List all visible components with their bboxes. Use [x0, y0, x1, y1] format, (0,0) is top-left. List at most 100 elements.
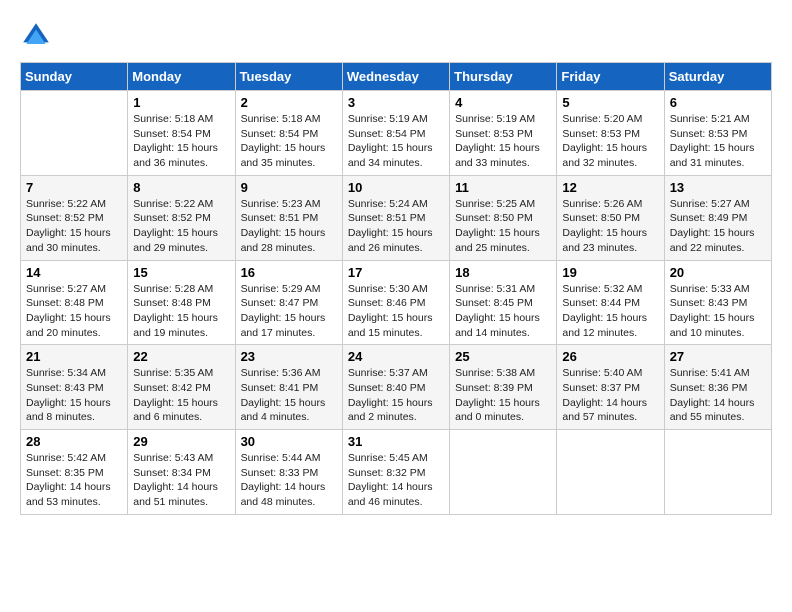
weekday-header: Saturday — [664, 63, 771, 91]
day-number: 28 — [26, 434, 122, 449]
calendar-cell: 1 Sunrise: 5:18 AMSunset: 8:54 PMDaylight… — [128, 91, 235, 176]
calendar-cell: 7 Sunrise: 5:22 AMSunset: 8:52 PMDaylight… — [21, 175, 128, 260]
calendar-cell: 4 Sunrise: 5:19 AMSunset: 8:53 PMDaylight… — [450, 91, 557, 176]
day-info: Sunrise: 5:20 AMSunset: 8:53 PMDaylight:… — [562, 112, 658, 171]
day-number: 4 — [455, 95, 551, 110]
calendar-cell: 22Sunrise: 5:35 AMSunset: 8:42 PMDayligh… — [128, 345, 235, 430]
calendar-cell: 20 Sunrise: 5:33 AMSunset: 8:43 PMDayligh… — [664, 260, 771, 345]
day-info: Sunrise: 5:27 AMSunset: 8:48 PMDaylight:… — [26, 282, 122, 341]
calendar-cell: 19 Sunrise: 5:32 AMSunset: 8:44 PMDayligh… — [557, 260, 664, 345]
calendar-cell: 16 Sunrise: 5:29 AMSunset: 8:47 PMDayligh… — [235, 260, 342, 345]
calendar-cell: 27Sunrise: 5:41 AMSunset: 8:36 PMDayligh… — [664, 345, 771, 430]
calendar-cell: 2 Sunrise: 5:18 AMSunset: 8:54 PMDaylight… — [235, 91, 342, 176]
day-info: Sunrise: 5:34 AMSunset: 8:43 PMDaylight:… — [26, 366, 122, 425]
day-info: Sunrise: 5:42 AMSunset: 8:35 PMDaylight:… — [26, 451, 122, 510]
day-info: Sunrise: 5:40 AMSunset: 8:37 PMDaylight:… — [562, 366, 658, 425]
calendar-cell: 17 Sunrise: 5:30 AMSunset: 8:46 PMDayligh… — [342, 260, 449, 345]
day-info: Sunrise: 5:31 AMSunset: 8:45 PMDaylight:… — [455, 282, 551, 341]
calendar-week-row: 1 Sunrise: 5:18 AMSunset: 8:54 PMDaylight… — [21, 91, 772, 176]
day-number: 10 — [348, 180, 444, 195]
calendar-header: SundayMondayTuesdayWednesdayThursdayFrid… — [21, 63, 772, 91]
day-number: 29 — [133, 434, 229, 449]
day-number: 9 — [241, 180, 337, 195]
calendar-cell: 6Sunrise: 5:21 AMSunset: 8:53 PMDaylight… — [664, 91, 771, 176]
day-info: Sunrise: 5:23 AMSunset: 8:51 PMDaylight:… — [241, 197, 337, 256]
day-info: Sunrise: 5:22 AMSunset: 8:52 PMDaylight:… — [26, 197, 122, 256]
day-number: 24 — [348, 349, 444, 364]
day-info: Sunrise: 5:33 AMSunset: 8:43 PMDaylight:… — [670, 282, 766, 341]
calendar-week-row: 21 Sunrise: 5:34 AMSunset: 8:43 PMDayligh… — [21, 345, 772, 430]
logo-icon — [20, 20, 52, 52]
calendar-cell — [450, 430, 557, 515]
day-info: Sunrise: 5:41 AMSunset: 8:36 PMDaylight:… — [670, 366, 766, 425]
calendar-cell — [664, 430, 771, 515]
day-info: Sunrise: 5:44 AMSunset: 8:33 PMDaylight:… — [241, 451, 337, 510]
weekday-header: Monday — [128, 63, 235, 91]
day-info: Sunrise: 5:45 AMSunset: 8:32 PMDaylight:… — [348, 451, 444, 510]
day-info: Sunrise: 5:36 AMSunset: 8:41 PMDaylight:… — [241, 366, 337, 425]
calendar-cell: 15 Sunrise: 5:28 AMSunset: 8:48 PMDayligh… — [128, 260, 235, 345]
day-number: 13 — [670, 180, 766, 195]
day-number: 25 — [455, 349, 551, 364]
weekday-header: Friday — [557, 63, 664, 91]
day-info: Sunrise: 5:18 AMSunset: 8:54 PMDaylight:… — [241, 112, 337, 171]
day-number: 1 — [133, 95, 229, 110]
calendar-cell: 29 Sunrise: 5:43 AMSunset: 8:34 PMDayligh… — [128, 430, 235, 515]
day-number: 18 — [455, 265, 551, 280]
calendar-cell: 18 Sunrise: 5:31 AMSunset: 8:45 PMDayligh… — [450, 260, 557, 345]
day-info: Sunrise: 5:29 AMSunset: 8:47 PMDaylight:… — [241, 282, 337, 341]
calendar-cell: 24 Sunrise: 5:37 AMSunset: 8:40 PMDayligh… — [342, 345, 449, 430]
day-info: Sunrise: 5:38 AMSunset: 8:39 PMDaylight:… — [455, 366, 551, 425]
calendar-cell: 25 Sunrise: 5:38 AMSunset: 8:39 PMDayligh… — [450, 345, 557, 430]
day-info: Sunrise: 5:19 AMSunset: 8:54 PMDaylight:… — [348, 112, 444, 171]
calendar-cell: 31 Sunrise: 5:45 AMSunset: 8:32 PMDayligh… — [342, 430, 449, 515]
day-number: 30 — [241, 434, 337, 449]
calendar-cell: 30 Sunrise: 5:44 AMSunset: 8:33 PMDayligh… — [235, 430, 342, 515]
calendar-cell — [557, 430, 664, 515]
day-number: 26 — [562, 349, 658, 364]
day-number: 14 — [26, 265, 122, 280]
calendar-cell: 23 Sunrise: 5:36 AMSunset: 8:41 PMDayligh… — [235, 345, 342, 430]
calendar-cell: 11Sunrise: 5:25 AMSunset: 8:50 PMDayligh… — [450, 175, 557, 260]
calendar-week-row: 28 Sunrise: 5:42 AMSunset: 8:35 PMDayligh… — [21, 430, 772, 515]
day-number: 15 — [133, 265, 229, 280]
day-info: Sunrise: 5:30 AMSunset: 8:46 PMDaylight:… — [348, 282, 444, 341]
calendar-cell: 9 Sunrise: 5:23 AMSunset: 8:51 PMDaylight… — [235, 175, 342, 260]
day-number: 31 — [348, 434, 444, 449]
day-info: Sunrise: 5:37 AMSunset: 8:40 PMDaylight:… — [348, 366, 444, 425]
day-info: Sunrise: 5:32 AMSunset: 8:44 PMDaylight:… — [562, 282, 658, 341]
calendar-cell: 28 Sunrise: 5:42 AMSunset: 8:35 PMDayligh… — [21, 430, 128, 515]
day-number: 19 — [562, 265, 658, 280]
day-number: 7 — [26, 180, 122, 195]
calendar-week-row: 14 Sunrise: 5:27 AMSunset: 8:48 PMDayligh… — [21, 260, 772, 345]
calendar-table: SundayMondayTuesdayWednesdayThursdayFrid… — [20, 62, 772, 515]
day-info: Sunrise: 5:19 AMSunset: 8:53 PMDaylight:… — [455, 112, 551, 171]
day-number: 2 — [241, 95, 337, 110]
weekday-header: Tuesday — [235, 63, 342, 91]
day-info: Sunrise: 5:24 AMSunset: 8:51 PMDaylight:… — [348, 197, 444, 256]
calendar-cell: 5Sunrise: 5:20 AMSunset: 8:53 PMDaylight… — [557, 91, 664, 176]
day-info: Sunrise: 5:22 AMSunset: 8:52 PMDaylight:… — [133, 197, 229, 256]
day-info: Sunrise: 5:28 AMSunset: 8:48 PMDaylight:… — [133, 282, 229, 341]
day-info: Sunrise: 5:43 AMSunset: 8:34 PMDaylight:… — [133, 451, 229, 510]
day-info: Sunrise: 5:26 AMSunset: 8:50 PMDaylight:… — [562, 197, 658, 256]
day-number: 22 — [133, 349, 229, 364]
weekday-header: Thursday — [450, 63, 557, 91]
day-number: 16 — [241, 265, 337, 280]
calendar-cell: 8 Sunrise: 5:22 AMSunset: 8:52 PMDaylight… — [128, 175, 235, 260]
day-number: 8 — [133, 180, 229, 195]
page-header — [20, 20, 772, 52]
calendar-cell: 10 Sunrise: 5:24 AMSunset: 8:51 PMDayligh… — [342, 175, 449, 260]
calendar-cell: 3Sunrise: 5:19 AMSunset: 8:54 PMDaylight… — [342, 91, 449, 176]
logo — [20, 20, 56, 52]
day-number: 12 — [562, 180, 658, 195]
day-info: Sunrise: 5:27 AMSunset: 8:49 PMDaylight:… — [670, 197, 766, 256]
day-info: Sunrise: 5:18 AMSunset: 8:54 PMDaylight:… — [133, 112, 229, 171]
calendar-cell: 26 Sunrise: 5:40 AMSunset: 8:37 PMDayligh… — [557, 345, 664, 430]
day-number: 21 — [26, 349, 122, 364]
weekday-header: Sunday — [21, 63, 128, 91]
day-number: 20 — [670, 265, 766, 280]
day-number: 23 — [241, 349, 337, 364]
day-number: 17 — [348, 265, 444, 280]
calendar-week-row: 7 Sunrise: 5:22 AMSunset: 8:52 PMDaylight… — [21, 175, 772, 260]
